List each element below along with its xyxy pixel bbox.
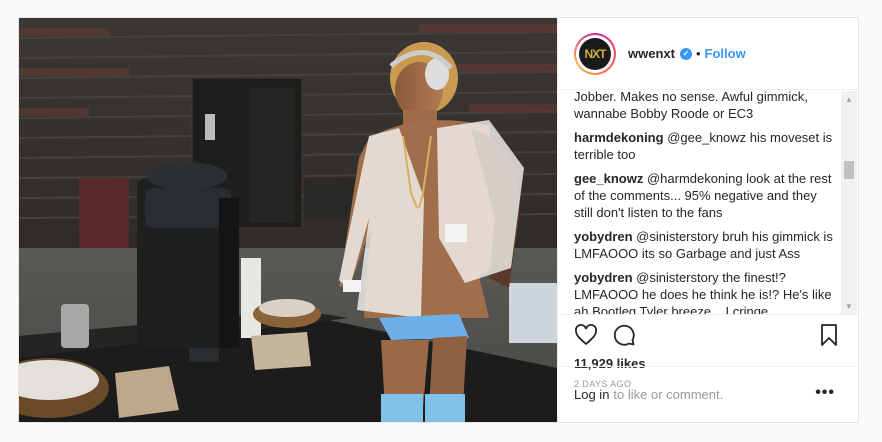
- comment-item: harmdekoning @gee_knowz his moveset is t…: [574, 129, 835, 163]
- follow-button[interactable]: Follow: [705, 46, 746, 61]
- comment-username[interactable]: gee_knowz: [574, 171, 643, 186]
- wrestler-backstage-photo: [19, 18, 557, 422]
- nxt-logo-icon: NXT: [579, 37, 611, 70]
- login-footer: Log in to like or comment. •••: [558, 366, 857, 422]
- comment-username[interactable]: yobydren: [574, 229, 633, 244]
- comment-item: yobydren @sinisterstory bruh his gimmick…: [574, 228, 835, 262]
- avatar-ring: NXT: [576, 34, 614, 73]
- heart-icon[interactable]: [574, 323, 598, 347]
- bookmark-icon[interactable]: [817, 323, 841, 347]
- action-icons: [574, 315, 841, 355]
- login-prompt-text: to like or comment.: [613, 387, 724, 402]
- comment-username[interactable]: yobydren: [574, 270, 633, 285]
- login-link[interactable]: Log in: [574, 387, 609, 402]
- comment-item: gee_knowz @harmdekoning look at the rest…: [574, 170, 835, 221]
- separator-dot: •: [695, 46, 701, 61]
- post-photo: [19, 18, 557, 422]
- post-header: NXT wwenxt ✓ • Follow: [558, 18, 858, 90]
- scroll-up-arrow-icon[interactable]: ▲: [841, 91, 857, 107]
- comment-item: yobydren @sinisterstory the finest!? LMF…: [574, 269, 835, 314]
- comments-scrollbar[interactable]: ▲ ▼: [841, 91, 857, 314]
- username-link[interactable]: wwenxt: [628, 46, 675, 61]
- more-icon[interactable]: •••: [815, 385, 835, 401]
- comment-icon[interactable]: [612, 323, 636, 347]
- scroll-down-arrow-icon[interactable]: ▼: [841, 298, 857, 314]
- comment-text: Jobber. Makes no sense. Awful gimmick, w…: [574, 91, 808, 121]
- scroll-thumb[interactable]: [844, 161, 854, 179]
- comment-item: Jobber. Makes no sense. Awful gimmick, w…: [574, 91, 835, 122]
- post-sidebar: NXT wwenxt ✓ • Follow Jobber. Makes no s…: [557, 18, 858, 422]
- comment-username[interactable]: harmdekoning: [574, 130, 664, 145]
- avatar[interactable]: NXT: [574, 32, 616, 75]
- comments-list[interactable]: Jobber. Makes no sense. Awful gimmick, w…: [558, 91, 841, 314]
- verified-badge-icon: ✓: [679, 47, 692, 60]
- instagram-post-embed: NXT wwenxt ✓ • Follow Jobber. Makes no s…: [18, 17, 859, 423]
